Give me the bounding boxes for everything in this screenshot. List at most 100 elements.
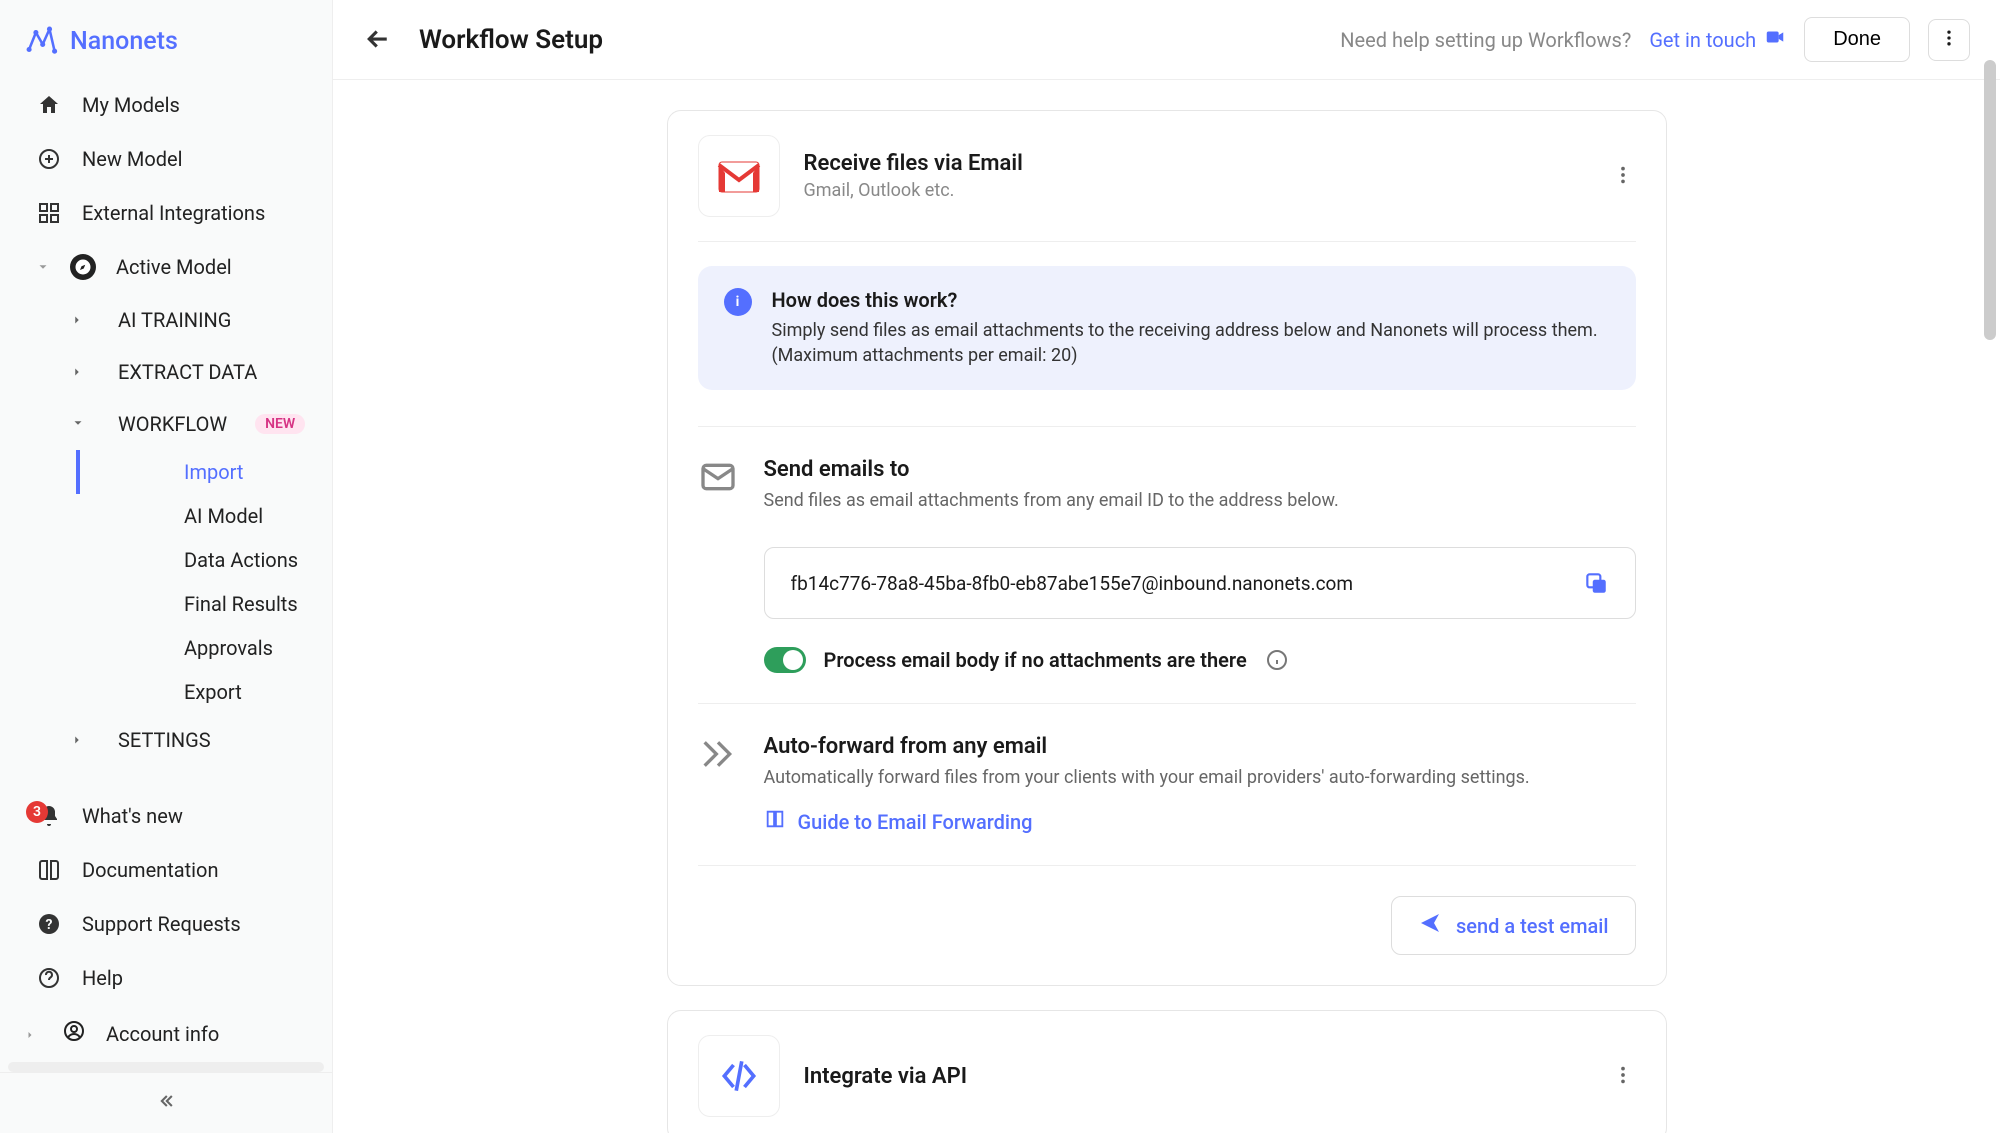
- chevron-right-icon: [70, 728, 86, 752]
- svg-text:?: ?: [46, 917, 53, 933]
- scrollbar[interactable]: [1984, 60, 1996, 340]
- book-icon: [36, 857, 62, 883]
- toggle-label: Process email body if no attachments are…: [824, 648, 1247, 672]
- kebab-icon: [1939, 28, 1959, 52]
- sidebar-label: External Integrations: [82, 201, 265, 225]
- done-button[interactable]: Done: [1804, 17, 1910, 62]
- new-badge: NEW: [255, 414, 305, 434]
- book-icon: [764, 808, 786, 835]
- brand-name: Nanonets: [70, 27, 178, 56]
- info-callout: i How does this work? Simply send files …: [698, 266, 1636, 390]
- help-text: Need help setting up Workflows?: [1340, 28, 1631, 52]
- card-subtitle: Gmail, Outlook etc.: [804, 180, 1023, 201]
- section-desc: Send files as email attachments from any…: [764, 490, 1636, 511]
- sidebar-label: My Models: [82, 93, 180, 117]
- collapse-sidebar-button[interactable]: [0, 1072, 332, 1133]
- sidebar-item-external-integrations[interactable]: External Integrations: [0, 186, 332, 240]
- home-icon: [36, 92, 62, 118]
- compass-icon: [70, 254, 96, 280]
- sidebar-item-new-model[interactable]: New Model: [0, 132, 332, 186]
- workflow-item-ai-model[interactable]: AI Model: [76, 494, 332, 538]
- sidebar-label: SETTINGS: [118, 728, 211, 752]
- main: Workflow Setup Need help setting up Work…: [333, 0, 2000, 1133]
- sidebar-label: AI TRAINING: [118, 308, 231, 332]
- send-emails-section: Send emails to Send files as email attac…: [698, 427, 1636, 703]
- gmail-tile-icon: [698, 135, 780, 217]
- sidebar-label: WORKFLOW: [118, 412, 227, 436]
- inbound-email-value: fb14c776-78a8-45ba-8fb0-eb87abe155e7@inb…: [791, 572, 1354, 595]
- info-icon: i: [724, 288, 752, 316]
- content-scroll[interactable]: Receive files via Email Gmail, Outlook e…: [333, 80, 2000, 1133]
- workflow-item-import[interactable]: Import: [76, 450, 332, 494]
- sidebar-label: Account info: [106, 1022, 219, 1046]
- sidebar-item-help[interactable]: Help: [0, 951, 332, 1005]
- auto-forward-section: Auto-forward from any email Automaticall…: [698, 704, 1636, 865]
- divider: [698, 241, 1636, 242]
- email-import-card: Receive files via Email Gmail, Outlook e…: [667, 110, 1667, 986]
- card-header: Receive files via Email Gmail, Outlook e…: [668, 111, 1666, 241]
- sidebar-section-extract-data[interactable]: EXTRACT DATA: [0, 346, 332, 398]
- workflow-item-final-results[interactable]: Final Results: [76, 582, 332, 626]
- info-icon[interactable]: [1265, 648, 1289, 672]
- workflow-item-approvals[interactable]: Approvals: [76, 626, 332, 670]
- sidebar: Nanonets My Models New Model External In…: [0, 0, 333, 1133]
- sidebar-item-whats-new[interactable]: 3 What's new: [0, 789, 332, 843]
- page-title: Workflow Setup: [419, 25, 603, 55]
- chevron-right-icon: [70, 308, 86, 332]
- card-title: Integrate via API: [804, 1064, 968, 1089]
- back-button[interactable]: [363, 24, 395, 56]
- process-body-toggle[interactable]: [764, 647, 806, 673]
- sidebar-section-ai-training[interactable]: AI TRAINING: [0, 294, 332, 346]
- section-desc: Automatically forward files from your cl…: [764, 767, 1636, 788]
- topbar-more-button[interactable]: [1928, 19, 1970, 61]
- forward-icon: [698, 734, 738, 774]
- sidebar-scroll-hint: [8, 1062, 324, 1072]
- workflow-item-export[interactable]: Export: [76, 670, 332, 714]
- sidebar-section-workflow[interactable]: WORKFLOW NEW: [0, 398, 332, 450]
- get-in-touch-link[interactable]: Get in touch: [1649, 26, 1786, 53]
- notification-count-badge: 3: [26, 801, 48, 823]
- api-tile-icon: [698, 1035, 780, 1117]
- copy-button[interactable]: [1583, 570, 1609, 596]
- workflow-item-data-actions[interactable]: Data Actions: [76, 538, 332, 582]
- sidebar-item-my-models[interactable]: My Models: [0, 78, 332, 132]
- sidebar-label: Support Requests: [82, 912, 241, 936]
- link-label: Get in touch: [1649, 28, 1756, 52]
- sidebar-label: Active Model: [116, 255, 232, 279]
- sidebar-item-documentation[interactable]: Documentation: [0, 843, 332, 897]
- sidebar-item-support-requests[interactable]: ? Support Requests: [0, 897, 332, 951]
- sidebar-item-active-model[interactable]: Active Model: [0, 240, 332, 294]
- card-more-button[interactable]: [1612, 1064, 1636, 1088]
- sidebar-label: New Model: [82, 147, 182, 171]
- topbar: Workflow Setup Need help setting up Work…: [333, 0, 2000, 80]
- guide-label: Guide to Email Forwarding: [798, 810, 1033, 834]
- card-more-button[interactable]: [1612, 164, 1636, 188]
- info-title: How does this work?: [772, 288, 1610, 312]
- mail-outline-icon: [698, 457, 738, 497]
- button-label: Done: [1833, 28, 1881, 50]
- send-icon: [1418, 911, 1442, 940]
- section-title: Auto-forward from any email: [764, 734, 1636, 759]
- sidebar-label: Documentation: [82, 858, 219, 882]
- sidebar-label: EXTRACT DATA: [118, 360, 257, 384]
- help-circle-icon: ?: [36, 911, 62, 937]
- send-test-email-button[interactable]: send a test email: [1391, 896, 1636, 955]
- card-title: Receive files via Email: [804, 151, 1023, 176]
- plus-circle-icon: [36, 146, 62, 172]
- brand[interactable]: Nanonets: [0, 10, 332, 78]
- sidebar-label: Help: [82, 966, 123, 990]
- chevron-right-icon: [24, 1022, 38, 1046]
- question-circle-icon: [36, 965, 62, 991]
- user-circle-icon: [62, 1019, 86, 1048]
- sidebar-item-account-info[interactable]: Account info: [0, 1005, 332, 1062]
- content: Receive files via Email Gmail, Outlook e…: [667, 110, 1667, 1103]
- brand-logo-icon: [24, 24, 58, 58]
- chevron-down-icon: [66, 416, 90, 432]
- button-label: send a test email: [1456, 914, 1609, 938]
- chevron-down-icon: [36, 254, 50, 280]
- chevron-right-icon: [70, 360, 86, 384]
- guide-link[interactable]: Guide to Email Forwarding: [764, 808, 1636, 835]
- grid-icon: [36, 200, 62, 226]
- section-title: Send emails to: [764, 457, 1636, 482]
- sidebar-section-settings[interactable]: SETTINGS: [0, 714, 332, 766]
